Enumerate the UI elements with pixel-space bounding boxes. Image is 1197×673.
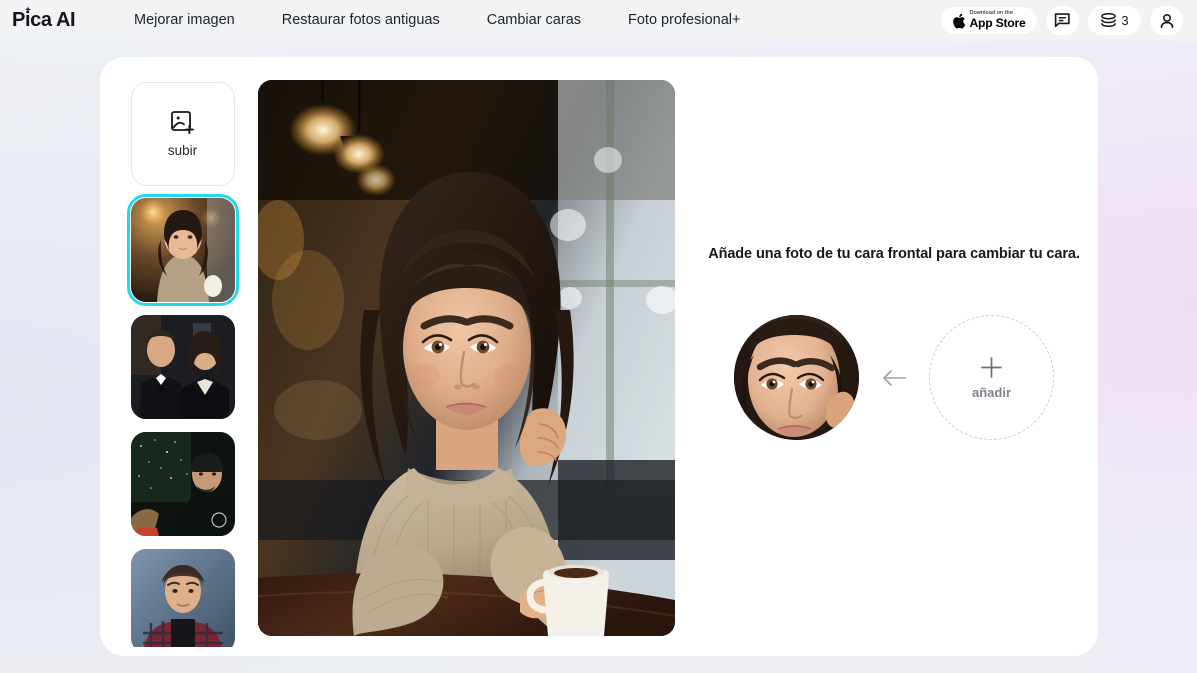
credits-button[interactable]: 3 xyxy=(1088,6,1141,35)
coins-stack-icon xyxy=(1101,12,1117,27)
app-store-button[interactable]: Download on the App Store xyxy=(941,7,1037,34)
arrow-left-icon xyxy=(883,369,906,386)
sparkle-icon xyxy=(24,6,32,13)
image-add-icon xyxy=(170,111,194,135)
thumbnail-man-dark-scene[interactable] xyxy=(130,432,235,536)
thumbnail-image xyxy=(130,549,235,647)
thumbnail-teen-plaid-shirt[interactable] xyxy=(130,549,235,647)
app-store-big-text: App Store xyxy=(969,16,1026,31)
upload-label: subir xyxy=(167,143,198,158)
nav-cambiar-caras[interactable]: Cambiar caras xyxy=(487,0,581,41)
chat-button[interactable] xyxy=(1046,6,1079,35)
source-face-thumbnail[interactable] xyxy=(734,315,859,440)
add-face-button[interactable]: añadir xyxy=(929,315,1054,440)
thumbnail-image xyxy=(130,432,235,536)
user-avatar-icon xyxy=(1160,13,1173,28)
thumbnail-list xyxy=(120,194,245,647)
plus-icon xyxy=(981,357,1002,378)
face-selection-row: añadir xyxy=(690,315,1098,440)
nav-foto-profesional[interactable]: Foto profesional+ xyxy=(628,0,740,41)
face-swap-panel: Añade una foto de tu cara frontal para c… xyxy=(690,57,1098,656)
main-image-preview[interactable] xyxy=(258,80,675,636)
main-nav: Mejorar imagen Restaurar fotos antiguas … xyxy=(134,0,740,41)
brand-logo-text: Pica AI xyxy=(12,9,76,31)
thumbnail-image xyxy=(130,315,235,419)
panel-title: Añade una foto de tu cara frontal para c… xyxy=(708,246,1080,262)
brand-logo[interactable]: Pica AI xyxy=(12,6,76,34)
apple-icon xyxy=(952,13,965,28)
image-sidebar[interactable]: subir xyxy=(120,82,245,647)
chat-bubble-icon xyxy=(1054,13,1070,28)
top-right-actions: Download on the App Store 3 xyxy=(941,0,1183,41)
main-card: subir Añade una foto de tu cara frontal … xyxy=(100,57,1098,656)
nav-restaurar-fotos-antiguas[interactable]: Restaurar fotos antiguas xyxy=(282,0,440,41)
upload-button[interactable]: subir xyxy=(130,82,235,186)
app-store-text: Download on the App Store xyxy=(969,10,1026,31)
thumbnail-couple-formal[interactable] xyxy=(130,315,235,419)
nav-mejorar-imagen[interactable]: Mejorar imagen xyxy=(134,0,235,41)
preview-image xyxy=(258,80,675,636)
thumbnail-image xyxy=(130,198,235,302)
add-face-label: añadir xyxy=(971,385,1011,400)
thumbnail-woman-cafe[interactable] xyxy=(126,194,239,306)
credits-count: 3 xyxy=(1121,13,1129,28)
source-face-image xyxy=(734,315,859,440)
top-navigation-bar: Pica AI Mejorar imagen Restaurar fotos a… xyxy=(0,0,1197,41)
account-button[interactable] xyxy=(1150,6,1183,35)
